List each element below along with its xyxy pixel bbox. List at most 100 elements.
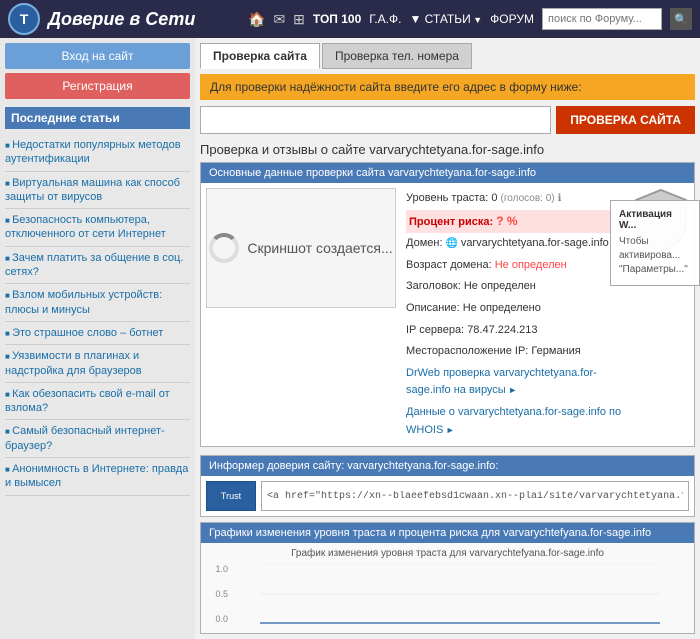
screenshot-area: Скриншот создается... [206,188,396,308]
percent-risk-label: Процент риска: [409,216,493,228]
graph-header: Графики изменения уровня траста и процен… [201,523,694,543]
sidebar-article-item: Уязвимости в плагинах и надстройка для б… [5,345,190,383]
sidebar-article-item: Взлом мобильных устройств: плюсы и минус… [5,284,190,322]
tab-check-site[interactable]: Проверка сайта [200,43,320,69]
info-panel: Уровень траста: 0 (голосов: 0) ℹ Процент… [406,188,624,441]
main-layout: Вход на сайт Регистрация Последние стать… [0,38,700,639]
tabs: Проверка сайта Проверка тел. номера [200,43,695,69]
description-value: Не определено [463,302,541,314]
sidebar: Вход на сайт Регистрация Последние стать… [0,38,195,639]
sidebar-article-link[interactable]: Безопасность компьютера, отключенного от… [5,213,190,242]
main-data-header: Основные данные проверки сайта varvarych… [201,163,694,183]
activation-title: Активация W... [619,209,691,231]
logo-icon: Т [8,3,40,35]
sidebar-article-link[interactable]: Взлом мобильных устройств: плюсы и минус… [5,288,190,317]
ip-value: 78.47.224.213 [467,324,537,336]
domain-label: Домен: [406,237,443,249]
search-button[interactable]: 🔍 [670,8,692,30]
location-value: Германия [531,345,580,357]
nav-area: 🏠 ✉ ⊞ ТОП 100 Г.А.Ф. ▼ СТАТЬИ ФОРУМ 🔍 [248,8,692,30]
info-bar: Для проверки надёжности сайта введите ег… [200,74,695,100]
sidebar-articles: Недостатки популярных методов аутентифик… [5,134,190,496]
y-label-1: 1.0 [206,564,228,574]
informer-logo: Trust [206,481,256,511]
loading-spinner [209,233,239,263]
register-button[interactable]: Регистрация [5,73,190,99]
informer-body: Trust [201,476,694,516]
header-label: Заголовок: [406,280,461,292]
percent-risk-value: ? % [496,214,517,228]
virus-check-row: DrWeb проверка varvarychtetyana.for-sage… [406,363,624,402]
y-label-3: 0.0 [206,614,228,624]
sidebar-article-link[interactable]: Недостатки популярных методов аутентифик… [5,138,190,167]
top100-link[interactable]: ТОП 100 [313,12,361,26]
sidebar-article-link[interactable]: Зачем платить за общение в соц. сетях? [5,251,190,280]
age-label: Возраст домена: [406,259,492,271]
ip-label: IP сервера: [406,324,464,336]
trust-level-label: Уровень траста: [406,192,488,204]
url-input[interactable] [200,106,551,134]
sidebar-article-link[interactable]: Как обезопасить свой e-mail от взлома? [5,387,190,416]
trust-votes: (голосов: 0) [501,193,555,204]
grid-icon[interactable]: ⊞ [293,11,305,28]
graph-body: График изменения уровня траста для varva… [201,543,694,633]
graph-title: График изменения уровня траста для varva… [206,548,689,559]
header-value: Не определен [464,280,536,292]
location-row: Месторасположение IP: Германия [406,341,624,363]
sidebar-article-item: Недостатки популярных методов аутентифик… [5,134,190,172]
domain-row: Домен: 🌐 varvarychtetyana.for-sage.info [406,233,624,255]
y-label-2: 0.5 [206,589,228,599]
domain-icon: 🌐 [446,238,461,249]
virus-check-link[interactable]: DrWeb проверка varvarychtetyana.for-sage… [406,367,597,397]
informer-header: Информер доверия сайту: varvarychtetyana… [201,456,694,476]
info-icon: ℹ [558,193,562,204]
activation-overlay: Активация W... Чтобы активирова... "Пара… [610,200,700,286]
sidebar-article-link[interactable]: Это страшное слово – ботнет [5,326,190,340]
header-row: Заголовок: Не определен [406,276,624,298]
sidebar-article-item: Самый безопасный интернет-браузер? [5,420,190,458]
ip-row: IP сервера: 78.47.224.213 [406,320,624,342]
search-input[interactable] [542,8,662,30]
age-row: Возраст домена: Не определен [406,255,624,277]
content-area: Проверка сайта Проверка тел. номера Для … [195,38,700,639]
check-site-button[interactable]: ПРОВЕРКА САЙТА [556,106,695,134]
activation-text: Чтобы активирова... "Параметры..." [619,235,691,277]
login-button[interactable]: Вход на сайт [5,43,190,69]
logo-area: Т Доверие в Сети [8,3,195,35]
percent-risk-row: Процент риска: ? % [406,210,624,234]
svg-text:Т: Т [20,11,29,27]
sidebar-recent-title: Последние статьи [5,107,190,129]
sidebar-article-item: Это страшное слово – ботнет [5,322,190,345]
whois-row: Данные о varvarychtetyana.for-sage.info … [406,402,624,441]
home-icon[interactable]: 🏠 [248,11,265,28]
sidebar-article-link[interactable]: Самый безопасный интернет-браузер? [5,424,190,453]
graph-section: Графики изменения уровня траста и процен… [200,522,695,634]
header: Т Доверие в Сети 🏠 ✉ ⊞ ТОП 100 Г.А.Ф. ▼ … [0,0,700,38]
trust-level-row: Уровень траста: 0 (голосов: 0) ℹ [406,188,624,210]
age-value: Не определен [495,259,567,271]
sidebar-article-link[interactable]: Уязвимости в плагинах и надстройка для б… [5,349,190,378]
faq-link[interactable]: Г.А.Ф. [369,12,401,26]
sidebar-article-link[interactable]: Анонимность в Интернете: правда и вымысе… [5,462,190,491]
trust-level-value: 0 [491,192,497,204]
tab-check-phone[interactable]: Проверка тел. номера [322,43,472,69]
sidebar-article-item: Анонимность в Интернете: правда и вымысе… [5,458,190,496]
informer-code-input[interactable] [261,481,689,511]
site-title: Доверие в Сети [48,9,195,30]
sidebar-article-item: Виртуальная машина как способ защиты от … [5,172,190,210]
screenshot-text: Скриншот создается... [247,240,392,256]
mail-icon[interactable]: ✉ [273,11,285,28]
forum-link[interactable]: ФОРУМ [490,12,534,26]
review-title: Проверка и отзывы о сайте varvarychtetya… [200,142,695,157]
location-label: Месторасположение IP: [406,345,528,357]
articles-link[interactable]: ▼ СТАТЬИ [409,12,482,26]
sidebar-article-link[interactable]: Виртуальная машина как способ защиты от … [5,176,190,205]
informer-section: Информер доверия сайту: varvarychtetyana… [200,455,695,517]
sidebar-article-item: Безопасность компьютера, отключенного от… [5,209,190,247]
graph-svg [231,564,689,624]
description-row: Описание: Не определено [406,298,624,320]
whois-link[interactable]: Данные о varvarychtetyana.for-sage.info … [406,406,621,436]
description-label: Описание: [406,302,460,314]
url-area: ПРОВЕРКА САЙТА [200,106,695,134]
domain-value: varvarychtetyana.for-sage.info [461,237,609,249]
